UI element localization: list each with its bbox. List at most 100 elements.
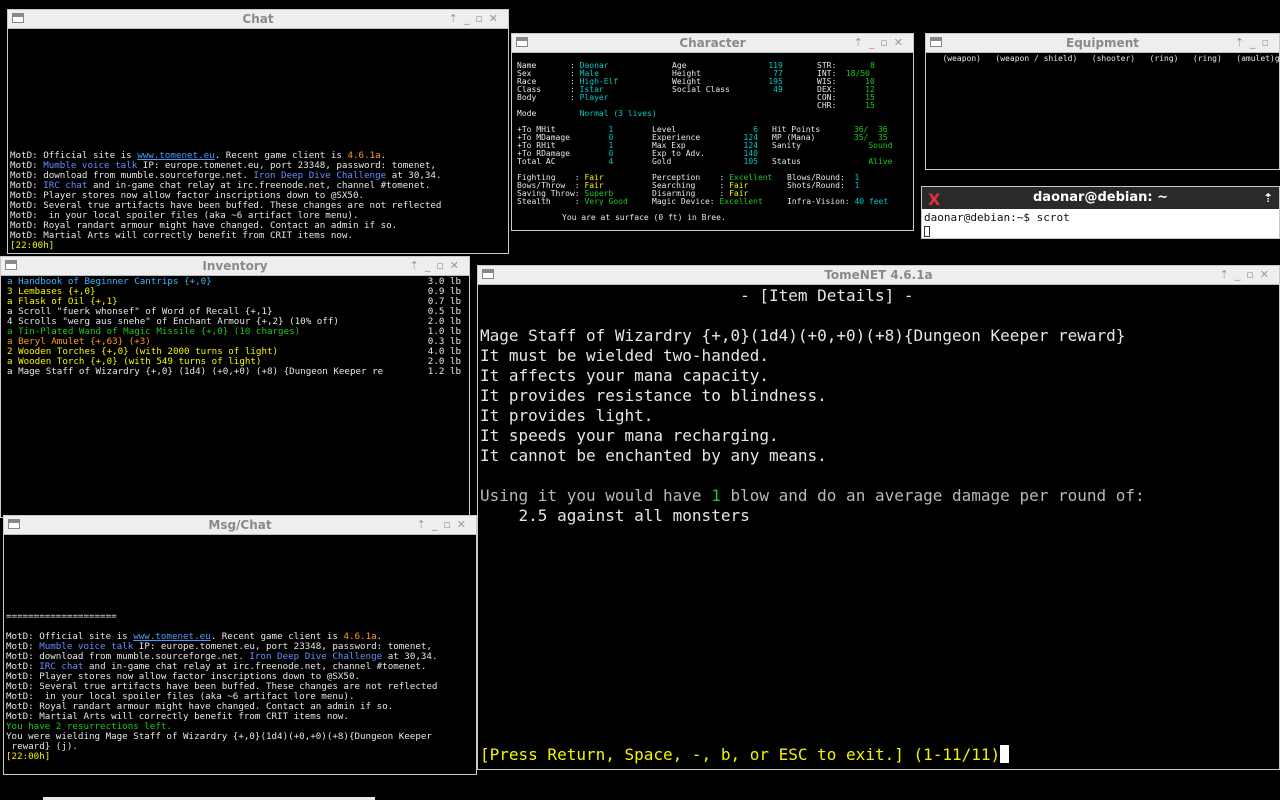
char-skills-utility: Perception : Excellent Searching : Fair Di…: [652, 174, 772, 206]
tomenet-title: TomeNET 4.6.1a: [824, 268, 933, 282]
character-title: Character: [679, 36, 746, 50]
window-raise-icon[interactable]: ⇡: [1263, 187, 1273, 209]
detail-line-segment: Using it you would have: [480, 486, 712, 505]
char-field: Very Good: [584, 197, 628, 206]
inventory-item-weight: 1.2 lb: [423, 367, 461, 377]
equipment-slot-segment: (amulet): [1221, 54, 1275, 63]
shell-cursor: [924, 225, 930, 237]
exit-hint: [Press Return, Space, -, b, or ESC to ex…: [480, 745, 1001, 764]
chat-log: MotD: Official site is www.tomenet.eu. R…: [10, 151, 506, 251]
msgchat-window[interactable]: Msg/Chat ⇡_▫✕ ==================== MotD: …: [3, 515, 477, 775]
char-row: Total AC 4: [517, 158, 613, 166]
inventory-item[interactable]: a Mage Staff of Wizardry {+,0} (1d4) (+0…: [7, 367, 461, 377]
detail-line: It must be wielded two-handed.: [480, 346, 1277, 366]
chat-title: Chat: [242, 12, 274, 26]
window-controls-icon[interactable]: ⇡_▫✕: [417, 516, 472, 534]
equipment-title: Equipment: [1066, 36, 1139, 50]
inventory-list[interactable]: a Handbook of Beginner Cantrips {+,0} 3.0…: [7, 277, 461, 515]
xterm-content[interactable]: daonar@debian:~$ scrot: [924, 211, 1277, 237]
detail-line: It provides resistance to blindness.: [480, 386, 1277, 406]
equipment-slot: (ring): [1135, 54, 1179, 63]
xterm-titlebar[interactable]: X daonar@debian: ~ ⇡: [922, 187, 1279, 209]
tomenet-main-window[interactable]: TomeNET 4.6.1a ⇡_▫✕ - [Item Details] - Ma…: [477, 265, 1280, 770]
char-field: Stealth :: [517, 197, 585, 206]
char-field: Sanity: [772, 141, 869, 150]
terminal-cursor: [1000, 745, 1010, 763]
char-field: Sound: [868, 141, 893, 150]
detail-line: 2.5 against all monsters: [480, 506, 1277, 526]
equipment-slot-segment: (ring): [1135, 54, 1179, 63]
equipment-list: (weapon) (weapon / shield) (shooter) (ri…: [928, 54, 1280, 63]
msgchat-titlebar[interactable]: Msg/Chat ⇡_▫✕: [4, 516, 476, 535]
detail-line-segment: - [Item Details] -: [480, 286, 914, 305]
window-controls-icon[interactable]: ⇡_▫✕: [449, 10, 504, 28]
msgchat-log: ==================== MotD: Official site …: [6, 612, 474, 772]
window-menu-icon[interactable]: [482, 269, 494, 279]
char-location: You are at surface (0 ft) in Bree.: [562, 213, 726, 222]
tomenet-titlebar[interactable]: TomeNET 4.6.1a ⇡_▫✕: [478, 266, 1279, 285]
window-menu-icon[interactable]: [930, 37, 942, 47]
char-row: CHR: 15: [817, 102, 875, 110]
char-field: Body :: [517, 93, 580, 102]
char-field: Gold: [652, 157, 744, 166]
detail-line-segment: It affects your mana capacity.: [480, 366, 769, 385]
detail-line-segment: blow and do an average damage per round …: [720, 486, 1145, 505]
character-titlebar[interactable]: Character ⇡_▫✕: [512, 34, 913, 53]
msg-line: reward} (j).: [6, 742, 474, 752]
detail-line: [480, 466, 1277, 486]
window-menu-icon[interactable]: [8, 519, 20, 529]
equipment-slot-segment: (weapon / shield): [980, 54, 1078, 63]
detail-line: [480, 306, 1277, 326]
chat-line: [22:00h]: [10, 241, 506, 251]
character-window[interactable]: Character ⇡_▫✕ Name : Daonar Sex : Male Ra…: [511, 33, 914, 231]
chat-line: MotD: Martial Arts will correctly benefi…: [10, 231, 506, 241]
char-row: Body : Player: [517, 94, 657, 102]
x-logo-icon[interactable]: X: [928, 189, 940, 211]
equipment-titlebar[interactable]: Equipment ⇡_▫: [926, 34, 1279, 53]
xterm-title: daonar@debian: ~: [1033, 190, 1168, 205]
char-field: Total AC: [517, 157, 609, 166]
char-row: Mode Normal (3 lives): [517, 110, 657, 118]
detail-line: It provides light.: [480, 406, 1277, 426]
chat-line-segment: MotD: Martial Arts will correctly benefi…: [10, 230, 353, 241]
window-menu-icon[interactable]: [12, 13, 24, 23]
char-row: Infra-Vision: 40 feet: [787, 198, 888, 206]
xterm-window[interactable]: X daonar@debian: ~ ⇡ daonar@debian:~$ sc…: [921, 186, 1280, 239]
char-field: Excellent: [719, 197, 763, 206]
inventory-titlebar[interactable]: Inventory ⇡_▫✕: [1, 257, 469, 276]
chat-titlebar[interactable]: Chat ⇡_▫✕: [8, 10, 508, 29]
equipment-window[interactable]: Equipment ⇡_▫ (weapon) (weapon / shield)…: [925, 33, 1280, 170]
char-stats: STR: 8 INT: 18/50 WIS: 10 DEX: 12 CON: 15 CHR…: [817, 62, 875, 110]
window-controls-icon[interactable]: ⇡_▫: [1235, 34, 1275, 52]
equipment-slot-segment: g): [1274, 54, 1280, 63]
item-details-footer[interactable]: [Press Return, Space, -, b, or ESC to ex…: [480, 745, 1010, 765]
inventory-window[interactable]: Inventory ⇡_▫✕ a Handbook of Beginner Ca…: [0, 256, 470, 518]
char-vitals: Hit Points 36/ 36 MP (Mana) 35/ 35 Sanity …: [772, 126, 892, 166]
char-field: 8: [869, 61, 875, 70]
window-controls-icon[interactable]: ⇡_▫✕: [410, 257, 465, 275]
inventory-title: Inventory: [202, 259, 268, 273]
char-row: Shots/Round: 1: [787, 182, 888, 190]
char-field: Shots/Round:: [787, 181, 855, 190]
chat-line-segment: [22:00h]: [10, 240, 55, 251]
detail-line-segment: It provides resistance to blindness.: [480, 386, 827, 405]
detail-line-segment: It provides light.: [480, 406, 654, 425]
window-menu-icon[interactable]: [516, 37, 528, 47]
char-skills-blows: Blows/Round: 1 Shots/Round: 1 Infra-Vision…: [787, 174, 888, 206]
msg-line-segment: [22:00h]: [6, 751, 51, 762]
char-level: Level 6 Experience 124 Max Exp 124 Exp to A…: [652, 126, 758, 166]
equipment-slot: (weapon / shield): [981, 54, 1077, 63]
window-controls-icon[interactable]: ⇡_▫✕: [1220, 266, 1275, 284]
chat-window[interactable]: Chat ⇡_▫✕ MotD: Official site is www.tom…: [7, 9, 509, 254]
msg-line: [22:00h]: [6, 752, 474, 762]
detail-line-segment: 2.5 against all monsters: [480, 506, 750, 525]
detail-line: It cannot be enchanted by any means.: [480, 446, 1277, 466]
char-row: Gold 105: [652, 158, 758, 166]
char-field: Magic Device:: [652, 197, 720, 206]
detail-line: It affects your mana capacity.: [480, 366, 1277, 386]
window-menu-icon[interactable]: [5, 260, 17, 270]
equipment-slot: (weapon): [928, 54, 981, 63]
char-field: Infra-Vision:: [787, 197, 855, 206]
window-controls-icon[interactable]: ⇡_▫✕: [854, 34, 909, 52]
detail-line-segment: It must be wielded two-handed.: [480, 346, 769, 365]
